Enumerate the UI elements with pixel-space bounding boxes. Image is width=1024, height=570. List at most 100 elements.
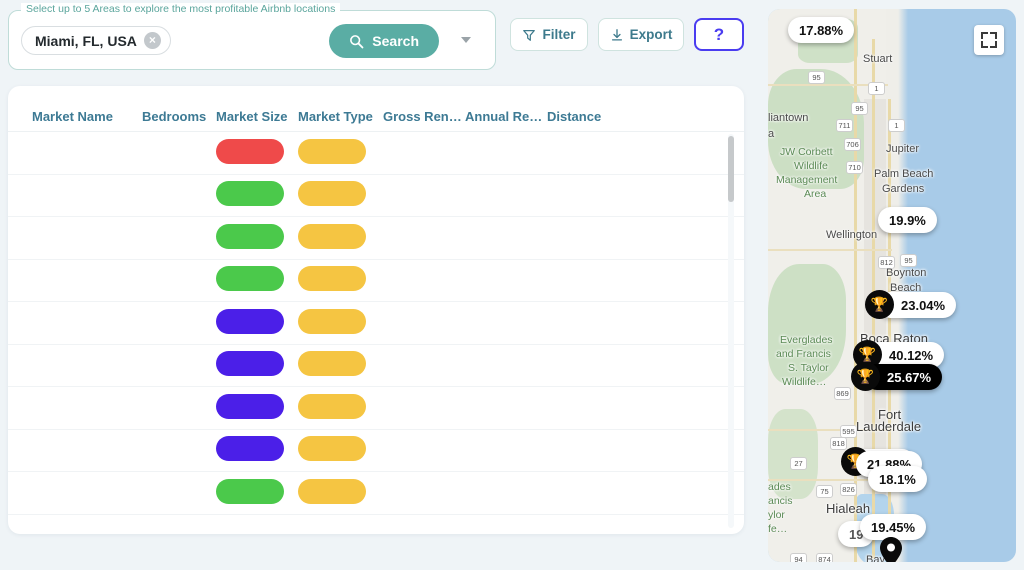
table-row[interactable] — [8, 132, 744, 175]
table-row[interactable] — [8, 175, 744, 217]
search-legend: Select up to 5 Areas to explore the most… — [21, 3, 341, 15]
column-header-market-type[interactable]: Market Type — [298, 109, 383, 124]
fullscreen-icon[interactable] — [974, 25, 1004, 55]
map-place-label: Palm Beach — [874, 168, 934, 180]
map-place-label: JW Corbett — [780, 146, 833, 158]
app-root: Select up to 5 Areas to explore the most… — [0, 0, 1024, 570]
export-button[interactable]: Export — [598, 18, 684, 51]
download-icon — [611, 28, 622, 41]
search-button-label: Search — [372, 33, 419, 49]
export-label: Export — [629, 27, 673, 42]
map-route-shield: 1 — [868, 82, 885, 95]
filter-label: Filter — [542, 27, 576, 42]
market-type-badge — [298, 393, 366, 419]
market-type-badge — [298, 351, 366, 377]
map-place-label: Wildlife — [794, 160, 828, 172]
market-type-badge — [298, 138, 366, 164]
column-header-gross-rent[interactable]: Gross Ren… — [383, 109, 465, 124]
map-marker-value: 18.1% — [879, 471, 916, 487]
map-panel[interactable]: 95 1 95 711 1 706 710 812 95 869 595 818 27 826 75 94 87… — [768, 9, 1016, 562]
cell-market-type — [298, 223, 383, 252]
cell-market-size — [216, 138, 298, 167]
column-header-bedrooms[interactable]: Bedrooms — [142, 109, 216, 124]
help-button[interactable]: ? — [694, 18, 744, 51]
table-row[interactable] — [8, 217, 744, 260]
map-place-label: Wildlife… — [782, 376, 827, 388]
table-row[interactable] — [8, 345, 744, 387]
filter-icon — [523, 29, 536, 41]
area-search-panel: Select up to 5 Areas to explore the most… — [8, 3, 496, 70]
map-place-label: Lauderdale — [856, 419, 922, 434]
map-place-label: and Francis — [776, 348, 831, 360]
map-place-label: Gardens — [882, 183, 925, 195]
market-type-badge — [298, 478, 366, 504]
map-route-shield: 95 — [851, 102, 868, 115]
market-size-badge — [216, 351, 284, 377]
cell-market-type — [298, 266, 383, 294]
cell-market-type — [298, 308, 383, 337]
market-size-badge — [216, 308, 284, 334]
map-place-label: a — [768, 128, 775, 140]
market-type-badge — [298, 223, 366, 249]
cell-market-size — [216, 393, 298, 422]
selected-area-chip[interactable]: Miami, FL, USA × — [21, 26, 171, 55]
cell-market-type — [298, 138, 383, 167]
cell-market-size — [216, 181, 298, 209]
market-size-badge — [216, 138, 284, 164]
cell-market-size — [216, 223, 298, 252]
table-header-row: Market Name Bedrooms Market Size Market … — [8, 86, 744, 132]
market-type-badge — [298, 436, 366, 462]
map-route-shield: 710 — [846, 161, 863, 174]
search-button[interactable]: Search — [329, 24, 439, 58]
market-type-badge — [298, 308, 366, 334]
table-row[interactable] — [8, 387, 744, 430]
column-header-distance[interactable]: Distance — [547, 109, 717, 124]
market-size-badge — [216, 223, 284, 249]
table-row[interactable] — [8, 472, 744, 515]
column-header-annual-rev[interactable]: Annual Re… — [465, 109, 547, 124]
map-route-shield: 826 — [840, 483, 857, 496]
table-row[interactable] — [8, 302, 744, 345]
column-header-market-size[interactable]: Market Size — [216, 109, 298, 124]
map-marker-value: 40.12% — [889, 347, 934, 363]
map-route-shield: 94 — [790, 553, 807, 562]
help-label: ? — [713, 24, 725, 44]
map-pin-icon[interactable] — [880, 537, 902, 562]
map-place-label: Management — [776, 174, 838, 186]
map-marker-value: 19.45% — [871, 519, 916, 535]
column-header-market-name[interactable]: Market Name — [8, 109, 142, 124]
map-marker-badge[interactable]: 19.9% — [878, 207, 937, 233]
map-place-label: ylor — [768, 509, 785, 521]
map-marker-badge[interactable]: 🏆 23.04% — [865, 290, 957, 319]
cell-market-type — [298, 436, 383, 464]
map-route-shield: 869 — [834, 387, 851, 400]
table-row[interactable] — [8, 430, 744, 472]
filter-button[interactable]: Filter — [510, 18, 588, 51]
map-marker-value: 17.88% — [799, 22, 844, 38]
map-marker-value: 23.04% — [901, 297, 946, 313]
map-marker-badge[interactable]: 🏆 25.67% — [851, 362, 943, 391]
cell-market-size — [216, 436, 298, 464]
cell-market-size — [216, 308, 298, 337]
map-place-label: liantown — [768, 112, 809, 124]
table-scrollbar-thumb[interactable] — [728, 136, 734, 202]
cell-market-type — [298, 393, 383, 422]
map-marker-badge[interactable]: 17.88% — [788, 17, 855, 43]
close-circle-icon[interactable]: × — [143, 32, 161, 49]
map-place-label: S. Taylor — [788, 362, 829, 374]
map-route-shield: 706 — [844, 138, 861, 151]
map-marker-value: 25.67% — [887, 369, 932, 385]
trophy-icon: 🏆 — [865, 290, 894, 319]
map-route-shield: 818 — [830, 437, 847, 450]
chevron-down-icon[interactable] — [461, 37, 471, 43]
map-route-shield: 1 — [888, 119, 905, 132]
markets-table-card: Market Name Bedrooms Market Size Market … — [8, 86, 744, 534]
search-icon — [350, 34, 364, 48]
map-marker-badge[interactable]: 18.1% — [868, 466, 927, 492]
map-place-label: ancis — [768, 495, 793, 507]
table-row[interactable] — [8, 260, 744, 302]
cell-market-type — [298, 181, 383, 209]
market-size-badge — [216, 478, 284, 504]
map-route-shield: 95 — [808, 71, 825, 84]
map-route-shield: 711 — [836, 119, 853, 132]
